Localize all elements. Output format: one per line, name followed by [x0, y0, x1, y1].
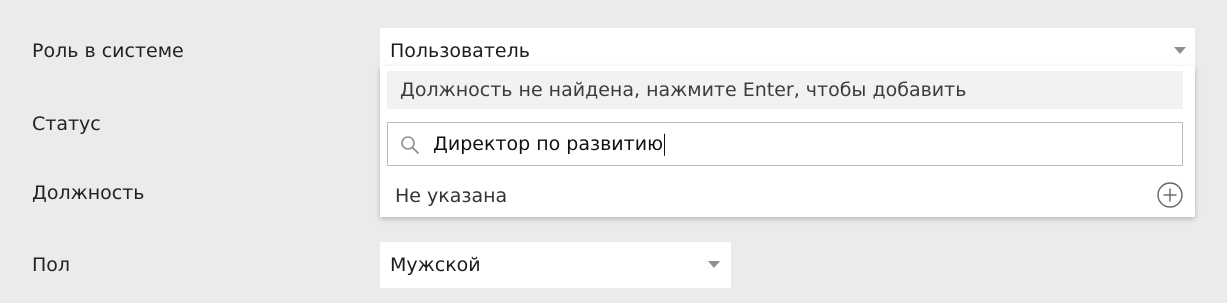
position-dropdown: Должность не найдена, нажмите Enter, что…	[380, 66, 1195, 217]
role-select-value: Пользователь	[390, 40, 530, 62]
position-search-input[interactable]: Директор по развитию	[387, 122, 1183, 166]
gender-label: Пол	[32, 254, 71, 276]
role-label: Роль в системе	[32, 40, 184, 62]
position-label: Должность	[32, 182, 145, 204]
not-found-hint: Должность не найдена, нажмите Enter, что…	[387, 71, 1183, 109]
gender-select-value: Мужской	[390, 254, 481, 276]
search-input-text: Директор по развитию	[433, 132, 666, 156]
caret-down-icon	[1174, 47, 1186, 54]
plus-circle-icon[interactable]	[1156, 181, 1184, 209]
position-option-not-specified[interactable]: Не указана	[380, 174, 1195, 217]
search-icon	[401, 136, 419, 154]
status-label: Статус	[32, 113, 101, 135]
search-input-value: Директор по развитию	[433, 132, 664, 155]
option-label: Не указана	[395, 184, 508, 207]
text-cursor	[664, 133, 666, 156]
gender-select[interactable]: Мужской	[380, 242, 731, 288]
caret-down-icon	[708, 261, 720, 268]
not-found-hint-text: Должность не найдена, нажмите Enter, что…	[400, 79, 967, 101]
